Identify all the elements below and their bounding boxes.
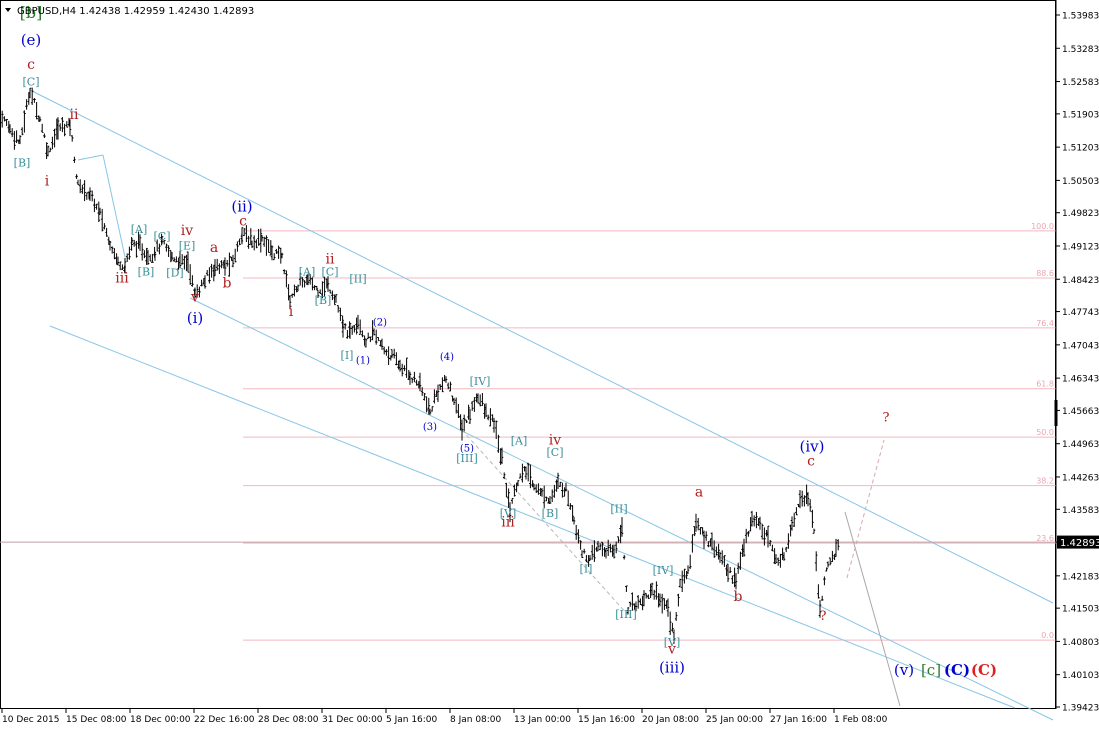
wave-label[interactable]: c: [239, 214, 247, 230]
price-tick-label: 1.39423: [1062, 704, 1099, 714]
wave-label[interactable]: c: [807, 454, 815, 470]
fib-level-label: 100.0: [1031, 222, 1054, 231]
price-tick-label: 1.53983: [1062, 12, 1099, 22]
wave-label[interactable]: iii: [501, 515, 515, 531]
wave-label[interactable]: v: [190, 290, 199, 306]
wave-label[interactable]: [A]: [299, 266, 316, 279]
price-tick-label: 1.43583: [1062, 506, 1099, 516]
time-tick-label: 1 Feb 08:00: [834, 715, 888, 725]
wave-label[interactable]: c: [27, 57, 35, 73]
price-tick-label: 1.49823: [1062, 209, 1099, 219]
wave-label[interactable]: [III]: [456, 452, 478, 465]
time-tick-label: 27 Jan 16:00: [770, 715, 827, 725]
price-tick-label: 1.40103: [1062, 671, 1099, 681]
fib-level-label: 76.4: [1036, 319, 1054, 328]
fib-level-label: 38.2: [1036, 477, 1054, 486]
wave-label[interactable]: (i): [187, 309, 204, 327]
wave-label[interactable]: i: [289, 304, 294, 320]
wave-label[interactable]: [II]: [610, 502, 627, 515]
price-tick-label: 1.41503: [1062, 605, 1099, 615]
time-tick-label: 20 Jan 08:00: [642, 715, 699, 725]
wave-label[interactable]: (C): [971, 661, 997, 679]
fib-level-label: 0.0: [1041, 631, 1054, 640]
time-tick-label: 15 Jan 16:00: [578, 715, 635, 725]
price-tick-label: 1.47743: [1062, 308, 1099, 318]
price-tick-label: 1.45663: [1062, 407, 1099, 417]
wave-label[interactable]: [II]: [349, 273, 366, 286]
current-price-label-text: 1.42893: [1060, 538, 1099, 549]
time-tick-label: 28 Dec 08:00: [258, 715, 319, 725]
wave-label[interactable]: [B]: [315, 294, 332, 307]
wave-label[interactable]: (2): [373, 317, 387, 328]
wave-label[interactable]: a: [695, 485, 703, 501]
wave-label[interactable]: [B]: [542, 507, 559, 520]
fib-level-label: 61.8: [1036, 380, 1054, 389]
wave-label[interactable]: [C]: [322, 266, 339, 279]
wave-label[interactable]: [C]: [154, 230, 171, 243]
time-tick-label: 10 Dec 2015: [2, 715, 60, 725]
price-tick-label: 1.51903: [1062, 110, 1099, 120]
wave-label[interactable]: ?: [820, 609, 827, 624]
wave-label[interactable]: [E]: [179, 239, 196, 252]
time-tick-label: 22 Dec 16:00: [194, 715, 255, 725]
wave-label[interactable]: b: [734, 589, 743, 605]
wave-label[interactable]: iii: [115, 271, 129, 287]
chart-background: [0, 0, 1099, 731]
wave-label[interactable]: [B]: [138, 266, 155, 279]
time-tick-label: 13 Jan 00:00: [514, 715, 571, 725]
time-tick-label: 18 Dec 00:00: [130, 715, 191, 725]
wave-label[interactable]: [I]: [341, 349, 354, 362]
current-price-label: 1.42893: [1057, 535, 1099, 549]
time-tick-label: 8 Jan 08:00: [450, 715, 502, 725]
wave-label[interactable]: [C]: [23, 75, 40, 88]
wave-label[interactable]: [C]: [547, 446, 564, 459]
price-tick-label: 1.42183: [1062, 572, 1099, 582]
time-tick-label: 5 Jan 16:00: [386, 715, 438, 725]
price-tick-label: 1.48423: [1062, 276, 1099, 286]
time-tick-label: 15 Dec 08:00: [66, 715, 127, 725]
wave-label[interactable]: b: [223, 275, 232, 291]
price-tick-label: 1.52583: [1062, 78, 1099, 88]
wave-label[interactable]: [IV]: [470, 375, 491, 388]
price-tick-label: 1.50503: [1062, 177, 1099, 187]
wave-label[interactable]: (1): [356, 356, 370, 367]
wave-label[interactable]: [A]: [511, 434, 528, 447]
wave-label[interactable]: i: [45, 173, 50, 189]
wave-label[interactable]: [B]: [14, 156, 31, 169]
wave-label[interactable]: ii: [70, 107, 79, 123]
chart-title-text: GBPUSD,H4 1.42438 1.42959 1.42430 1.4289…: [17, 6, 254, 17]
wave-label[interactable]: (e): [21, 31, 42, 49]
wave-label[interactable]: (4): [440, 352, 454, 363]
fib-level-label: 50.0: [1036, 428, 1054, 437]
wave-label[interactable]: [D]: [166, 267, 183, 280]
wave-label[interactable]: [A]: [131, 223, 148, 236]
wave-label[interactable]: (iii): [659, 658, 685, 676]
wave-label[interactable]: [IV]: [653, 564, 674, 577]
price-tick-label: 1.46343: [1062, 375, 1099, 385]
wave-label[interactable]: (3): [423, 422, 437, 433]
wave-label[interactable]: (v): [894, 661, 914, 679]
price-tick-label: 1.40803: [1062, 638, 1099, 648]
price-tick-label: 1.44963: [1062, 440, 1099, 450]
wave-label[interactable]: a: [210, 240, 218, 256]
wave-label[interactable]: [III]: [615, 608, 637, 621]
chart-canvas[interactable]: 100.088.676.461.850.038.223.60.0 [b](e)c…: [0, 0, 1099, 731]
wave-label[interactable]: [c]: [921, 661, 941, 679]
time-tick-label: 25 Jan 00:00: [706, 715, 763, 725]
wave-label[interactable]: (C): [944, 661, 970, 679]
time-tick-label: 31 Dec 00:00: [322, 715, 383, 725]
wave-label[interactable]: iv: [181, 223, 193, 239]
wave-label[interactable]: v: [667, 641, 676, 657]
price-tick-label: 1.53283: [1062, 45, 1099, 55]
wave-label[interactable]: [I]: [580, 563, 593, 576]
wave-label[interactable]: ?: [883, 411, 890, 426]
price-tick-label: 1.47043: [1062, 341, 1099, 351]
chart-title: GBPUSD,H4 1.42438 1.42959 1.42430 1.4289…: [5, 6, 254, 17]
price-tick-label: 1.44263: [1062, 473, 1099, 483]
price-tick-label: 1.49123: [1062, 242, 1099, 252]
price-tick-label: 1.51203: [1062, 144, 1099, 154]
fib-level-label: 88.6: [1036, 269, 1054, 278]
